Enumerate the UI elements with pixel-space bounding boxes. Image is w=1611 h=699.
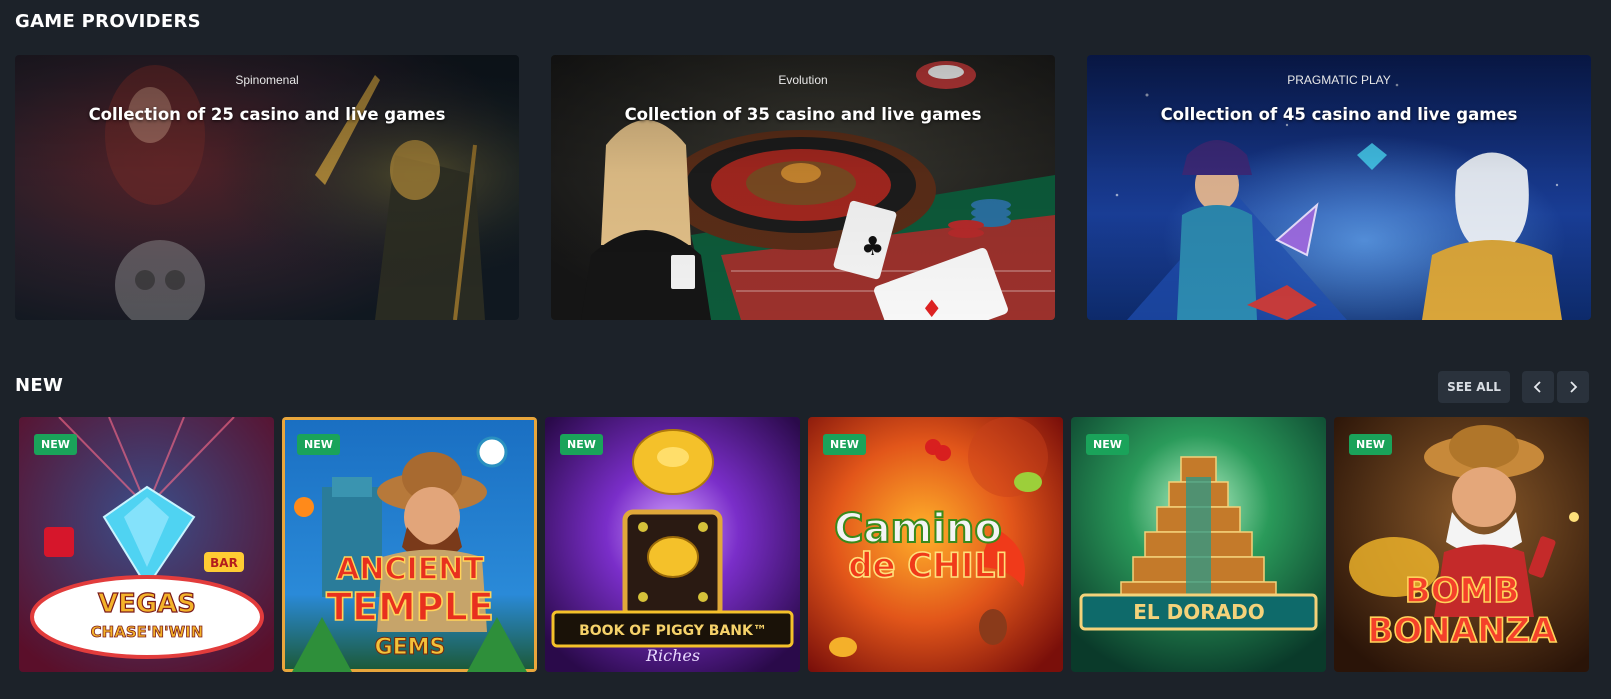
svg-text:GEMS: GEMS <box>375 635 446 660</box>
svg-text:BONANZA: BONANZA <box>1367 611 1557 651</box>
providers-section-title: GAME PROVIDERS <box>15 11 201 32</box>
see-all-button[interactable]: SEE ALL <box>1438 371 1510 403</box>
svg-text:VEGAS: VEGAS <box>98 589 196 619</box>
spinomenal-logo: Spinomenal <box>235 73 299 87</box>
game-title-art: Camino de CHILI <box>833 505 1008 587</box>
provider-card-spinomenal[interactable]: Spinomenal Collection of 25 casino and l… <box>15 55 519 320</box>
provider-overlay <box>15 55 519 320</box>
provider-description: Collection of 45 casino and live games <box>1160 105 1518 124</box>
chevron-right-icon <box>1570 381 1578 393</box>
svg-text:BOMB: BOMB <box>1405 571 1520 611</box>
chevron-left-icon <box>1533 381 1541 393</box>
game-tile-book-of-piggy-bank[interactable]: BOOK OF PIGGY BANK™ Riches NEW <box>545 417 800 672</box>
svg-text:CHASE'N'WIN: CHASE'N'WIN <box>91 623 204 641</box>
svg-text:BOOK OF PIGGY BANK™: BOOK OF PIGGY BANK™ <box>579 623 767 639</box>
provider-overlay <box>1087 55 1591 320</box>
svg-text:TEMPLE: TEMPLE <box>326 585 494 629</box>
game-title-art: BOMB BONANZA <box>1367 570 1558 652</box>
pragmatic-play-logo: PRAGMATIC PLAY <box>1287 73 1391 87</box>
game-title-art: ANCIENT TEMPLE GEMS <box>325 551 494 660</box>
new-badge: NEW <box>297 434 340 455</box>
provider-description: Collection of 35 casino and live games <box>624 105 982 124</box>
new-badge: NEW <box>560 434 603 455</box>
game-title-art: VEGAS CHASE'N'WIN <box>90 588 204 641</box>
game-tile-ancient-temple-gems[interactable]: ANCIENT TEMPLE GEMS NEW <box>282 417 537 672</box>
game-title-art: EL DORADO <box>1133 600 1264 624</box>
game-tile-el-dorado[interactable]: EL DORADO NEW <box>1071 417 1326 672</box>
new-badge: NEW <box>823 434 866 455</box>
svg-text:de CHILI: de CHILI <box>848 546 1008 586</box>
new-badge: NEW <box>1349 434 1392 455</box>
next-button[interactable] <box>1557 371 1589 403</box>
evolution-logo: Evolution <box>778 73 828 87</box>
svg-text:EL DORADO: EL DORADO <box>1133 600 1264 624</box>
game-title-art: BOOK OF PIGGY BANK™ Riches <box>579 623 767 665</box>
svg-text:ANCIENT: ANCIENT <box>336 552 484 587</box>
svg-text:Riches: Riches <box>645 646 700 665</box>
game-tile-camino-de-chili[interactable]: Camino de CHILI NEW <box>808 417 1063 672</box>
provider-description: Collection of 25 casino and live games <box>88 105 446 124</box>
prev-button[interactable] <box>1522 371 1554 403</box>
new-badge: NEW <box>34 434 77 455</box>
provider-card-pragmatic-play[interactable]: PRAGMATIC PLAY Collection of 45 casino a… <box>1087 55 1591 320</box>
provider-overlay <box>551 55 1055 320</box>
new-badge: NEW <box>1086 434 1129 455</box>
new-section-title: NEW <box>15 375 64 396</box>
game-tile-vegas-chase-n-win[interactable]: BAR VEGAS CHASE'N'WIN NEW <box>19 417 274 672</box>
provider-card-evolution[interactable]: ♣ ♦ Evolution Collection of 35 casino an… <box>551 55 1055 320</box>
game-tile-bomb-bonanza[interactable]: BOMB BONANZA NEW <box>1334 417 1589 672</box>
